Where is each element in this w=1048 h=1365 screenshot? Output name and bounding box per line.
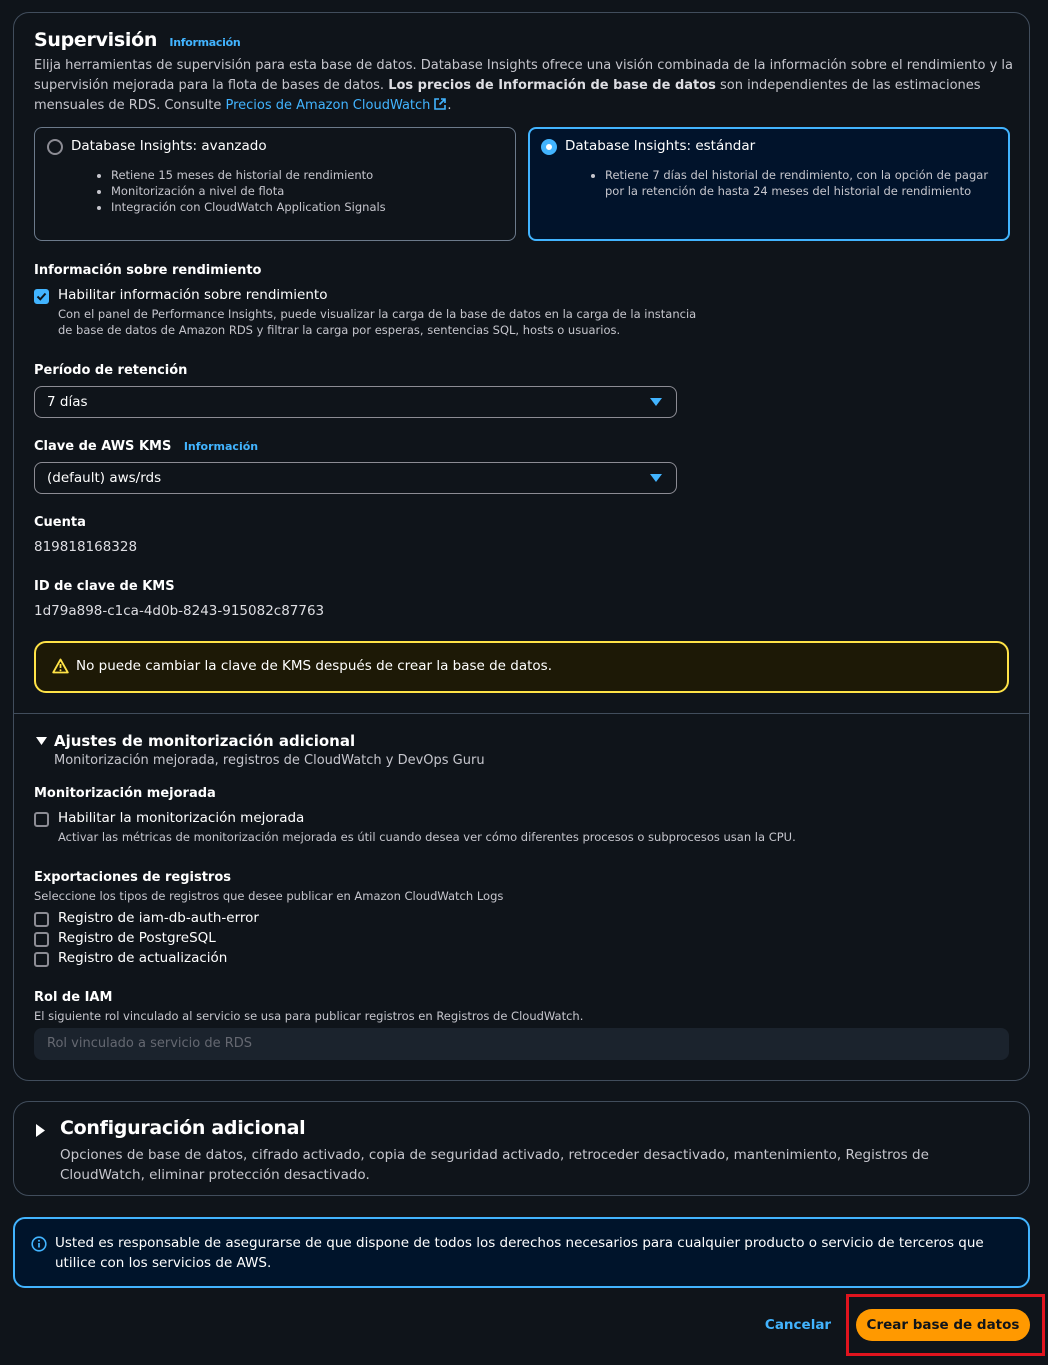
kms-key-select[interactable]: (default) aws/rds	[34, 462, 677, 494]
log-exports-label: Exportaciones de registros	[34, 870, 231, 885]
cloudwatch-pricing-link[interactable]: Precios de Amazon CloudWatch	[225, 98, 447, 113]
log-option-label[interactable]: Registro de PostgreSQL	[58, 930, 216, 946]
iam-role-input: Rol vinculado a servicio de RDS	[34, 1028, 1009, 1060]
warning-text: No puede cambiar la clave de KMS después…	[76, 658, 553, 674]
description-bold: Los precios de Información de base de da…	[388, 78, 716, 93]
monitoring-title: Supervisión	[34, 29, 158, 51]
perf-insights-description: Con el panel de Performance Insights, pu…	[58, 307, 697, 337]
iam-role-label: Rol de IAM	[34, 990, 113, 1005]
bullet: Integración con CloudWatch Application S…	[111, 199, 386, 215]
kms-warning-alert: No puede cambiar la clave de KMS después…	[34, 641, 1009, 693]
kms-id-label: ID de clave de KMS	[34, 579, 175, 594]
account-value: 819818168328	[34, 539, 138, 555]
monitoring-panel: Supervisión Información Elija herramient…	[13, 12, 1030, 1081]
log-checkbox[interactable]	[34, 932, 49, 947]
tile-title: Database Insights: avanzado	[71, 138, 267, 154]
divider	[14, 713, 1029, 714]
info-alert-text: Usted es responsable de asegurarse de qu…	[55, 1235, 984, 1271]
kms-id-value: 1d79a898-c1ca-4d0b-8243-915082c87763	[34, 603, 325, 619]
bullet: Retiene 15 meses de historial de rendimi…	[111, 167, 386, 183]
retention-label: Período de retención	[34, 363, 188, 378]
enhanced-monitoring-label: Monitorización mejorada	[34, 786, 216, 801]
description-end: .	[447, 98, 452, 113]
perf-insights-checkbox-label[interactable]: Habilitar información sobre rendimiento	[58, 287, 327, 303]
log-option-label[interactable]: Registro de iam-db-auth-error	[58, 910, 259, 926]
kms-label: Clave de AWS KMS	[34, 439, 172, 454]
tile-title: Database Insights: estándar	[565, 138, 756, 154]
enhanced-monitoring-checkbox[interactable]	[34, 812, 49, 827]
log-option-label[interactable]: Registro de actualización	[58, 950, 227, 966]
retention-select[interactable]: 7 días	[34, 386, 677, 418]
tile-database-insights-standard[interactable]: Database Insights: estándar Retiene 7 dí…	[528, 127, 1010, 241]
log-checkbox[interactable]	[34, 952, 49, 967]
iam-role-description: El siguiente rol vinculado al servicio s…	[34, 1009, 584, 1023]
radio-advanced[interactable]	[47, 139, 63, 155]
info-icon	[31, 1236, 47, 1252]
radio-standard[interactable]	[541, 139, 557, 155]
caret-down-icon	[650, 474, 662, 482]
tile-bullets: Retiene 7 días del historial de rendimie…	[605, 167, 997, 199]
caret-right-icon[interactable]	[36, 1124, 46, 1137]
log-exports-description: Seleccione los tipos de registros que de…	[34, 889, 504, 903]
additional-configuration-panel[interactable]: Configuración adicional Opciones de base…	[13, 1101, 1030, 1196]
additional-monitoring-subtitle: Monitorización mejorada, registros de Cl…	[54, 753, 485, 768]
external-link-icon	[434, 98, 447, 110]
enhanced-monitoring-checkbox-label[interactable]: Habilitar la monitorización mejorada	[58, 810, 304, 826]
perf-insights-checkbox[interactable]	[34, 289, 49, 304]
additional-configuration-subtitle: Opciones de base de datos, cifrado activ…	[60, 1147, 929, 1183]
kms-key-value: (default) aws/rds	[47, 470, 162, 486]
account-label: Cuenta	[34, 515, 86, 530]
monitoring-info-link[interactable]: Información	[169, 36, 240, 49]
caret-down-icon[interactable]	[36, 737, 47, 746]
enhanced-monitoring-description: Activar las métricas de monitorización m…	[58, 830, 796, 844]
tile-bullets: Retiene 15 meses de historial de rendimi…	[111, 167, 386, 215]
bullet: Monitorización a nivel de flota	[111, 183, 386, 199]
bullet: Retiene 7 días del historial de rendimie…	[605, 167, 997, 199]
additional-configuration-title[interactable]: Configuración adicional	[60, 1117, 306, 1139]
monitoring-heading: Supervisión Información	[34, 29, 241, 51]
kms-label-row: Clave de AWS KMS Información	[34, 439, 258, 454]
third-party-info-alert: Usted es responsable de asegurarse de qu…	[13, 1217, 1030, 1288]
iam-role-placeholder: Rol vinculado a servicio de RDS	[47, 1036, 253, 1051]
monitoring-description: Elija herramientas de supervisión para e…	[34, 56, 1014, 116]
checkmark-icon	[36, 292, 47, 301]
perf-insights-label: Información sobre rendimiento	[34, 263, 262, 278]
warning-icon	[52, 658, 69, 674]
log-checkbox[interactable]	[34, 912, 49, 927]
retention-value: 7 días	[47, 394, 88, 410]
kms-info-link[interactable]: Información	[184, 440, 258, 453]
additional-monitoring-toggle[interactable]: Ajustes de monitorización adicional	[54, 732, 355, 750]
highlight-box	[846, 1294, 1045, 1356]
cancel-button[interactable]: Cancelar	[758, 1311, 838, 1339]
tile-database-insights-advanced[interactable]: Database Insights: avanzado Retiene 15 m…	[34, 127, 516, 241]
caret-down-icon	[650, 398, 662, 406]
